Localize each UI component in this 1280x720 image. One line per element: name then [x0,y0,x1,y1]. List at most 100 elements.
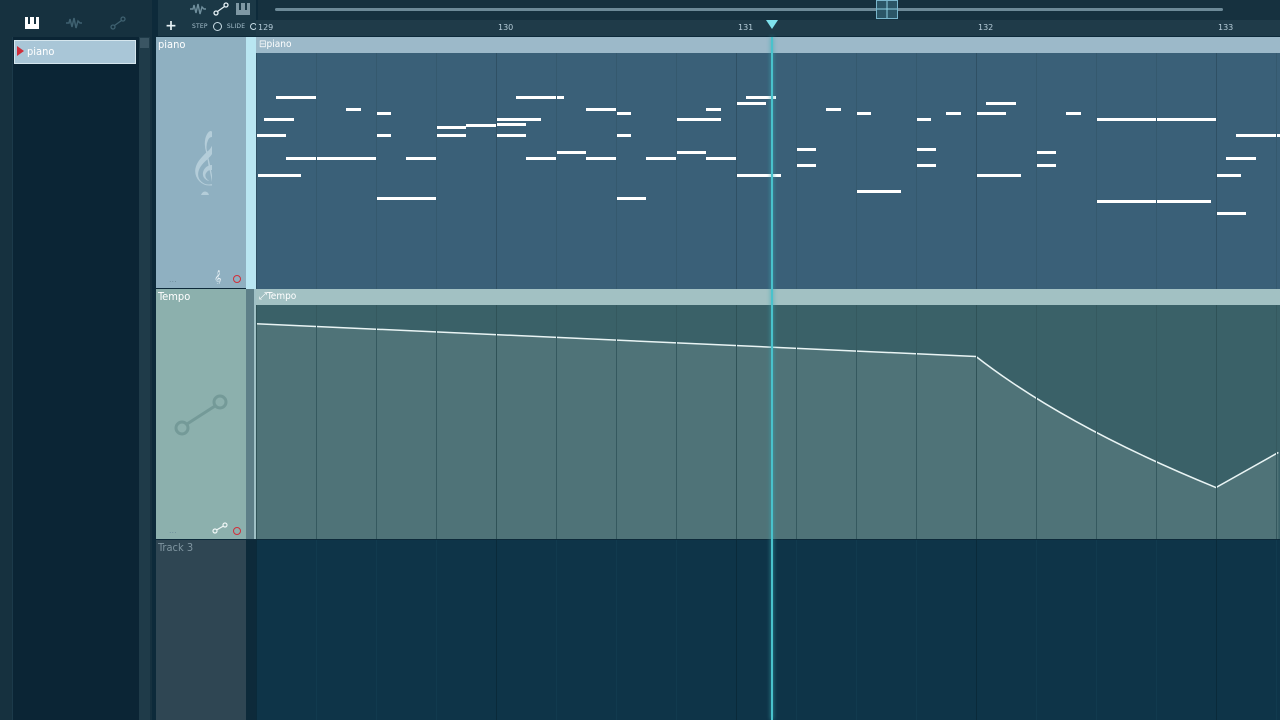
note [466,124,496,127]
browser-tabs [12,10,142,36]
pattern-list [12,37,139,720]
scroll-thumb[interactable] [876,0,898,19]
grid-line [976,540,977,720]
piano-pattern-clip[interactable]: ⊟piano [256,37,1280,289]
grid-line [316,540,317,720]
note [1236,134,1280,137]
grid-line [1036,53,1037,289]
treble-clef-icon: 𝄞 [188,130,212,195]
note [1036,151,1056,154]
track-header-piano[interactable]: piano 𝄞 ... 𝄞 [156,37,246,288]
pattern-item-label: piano [27,45,55,58]
note [616,112,631,115]
step-slide-switch[interactable]: STEP SLIDE [192,22,258,31]
grid-line [376,53,377,289]
note [976,174,1021,177]
track-selector-tempo[interactable] [246,289,256,539]
record-arm-icon[interactable] [233,527,241,535]
song-position-marker[interactable] [766,20,778,29]
clip-header[interactable]: ⤢Tempo [256,289,1280,305]
note [796,164,816,167]
note [706,157,736,160]
grid-line [1276,305,1277,539]
svg-text:𝄞: 𝄞 [188,130,212,195]
note [496,123,526,126]
note [856,190,901,193]
grid-line [976,53,977,289]
grid-line [1036,305,1037,539]
automation-clip-icon [174,394,228,436]
scroll-up-button[interactable] [140,38,149,48]
note [916,148,936,151]
grid-line [496,540,497,720]
grid-line [1216,53,1217,289]
track-header-tempo[interactable]: Tempo ... [156,289,246,539]
grid-line [556,53,557,289]
playhead[interactable] [771,37,773,720]
note [556,151,586,154]
grid-line [676,53,677,289]
add-track-button[interactable]: + [164,18,178,34]
track-name: Tempo [158,290,191,303]
grid-line [856,540,857,720]
note [264,118,294,121]
grid-line [1216,305,1217,539]
track-ellipsis: ... [169,275,177,284]
track-3-lane[interactable] [256,540,1280,720]
bar-number-131: 131 [738,23,754,32]
grid-line [976,305,977,539]
record-arm-icon[interactable] [233,275,241,283]
track-ellipsis: ... [169,526,177,535]
grid-line [376,305,377,539]
tempo-automation-clip[interactable]: ⤢Tempo [256,289,1280,539]
snap-audio-button[interactable] [188,2,208,16]
note [526,157,556,160]
track-header-track-3[interactable]: Track 3 [156,540,246,720]
automation-tab[interactable] [104,10,132,36]
grid-line [1096,540,1097,720]
grid-line [916,53,917,289]
note-preview [256,96,1280,215]
grid-line [736,540,737,720]
grid-line [796,540,797,720]
grid-line [676,540,677,720]
grid-line [256,540,257,720]
track-selector-track-3[interactable] [246,540,256,720]
note [976,112,1006,115]
grid-line [1096,53,1097,289]
note [736,102,766,105]
automation-icon [213,2,229,16]
note [916,118,931,121]
clip-title: ⤢Tempo [259,291,297,302]
bar-number-129: 129 [258,23,274,32]
piano-roll-tab[interactable] [18,10,46,36]
pattern-flag-icon [17,46,24,56]
grid-line [1156,305,1157,539]
svg-text:𝄞: 𝄞 [214,271,222,284]
audio-clip-tab[interactable] [60,10,88,36]
note [276,96,316,99]
piano-roll-tool-button[interactable] [234,2,252,16]
track-selector-piano[interactable] [246,37,256,289]
note [346,108,361,111]
grid-line [616,540,617,720]
grid-line [616,53,617,289]
scroll-track[interactable] [275,8,1223,11]
grid-line [436,305,437,539]
browser-scrollbar[interactable] [139,37,150,720]
automation-clip-small-icon: ⤢ [259,291,267,302]
crosshair-icon [877,1,897,18]
grid-line [256,305,257,539]
note [376,197,436,200]
grid-line [1276,53,1277,289]
grid-line [796,53,797,289]
treble-clef-small-icon: 𝄞 [214,271,222,284]
grid-line [436,540,437,720]
note [676,151,706,154]
grid-line [1156,53,1157,289]
automation-tool-button[interactable] [212,2,230,16]
grid-line [1096,305,1097,539]
grid-line [496,53,497,289]
pattern-item-piano[interactable]: piano [14,40,136,64]
grid-line [676,305,677,539]
